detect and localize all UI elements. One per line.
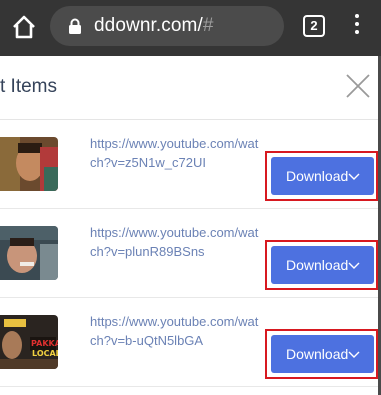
download-label: Download	[286, 346, 349, 362]
modal-header: t Items	[0, 56, 378, 120]
download-button[interactable]: Download	[271, 246, 374, 284]
video-thumbnail	[0, 137, 58, 191]
menu-icon[interactable]	[352, 14, 362, 40]
video-url-link[interactable]: https://www.youtube.com/watch?v=b-uQtN5l…	[90, 312, 260, 350]
video-thumbnail: PAKKA LOCAL	[0, 315, 58, 369]
items-modal: t Items https://www.youtube.com/watch?v=…	[0, 56, 378, 395]
chevron-down-icon	[348, 262, 360, 269]
svg-text:LOCAL: LOCAL	[32, 349, 58, 358]
list-item: PAKKA LOCAL https://www.youtube.com/watc…	[0, 298, 378, 387]
download-label: Download	[286, 168, 349, 184]
close-icon[interactable]	[345, 73, 371, 99]
chevron-down-icon	[348, 351, 360, 358]
download-highlight: Download	[265, 151, 378, 201]
svg-text:PAKKA: PAKKA	[31, 339, 58, 348]
download-button[interactable]: Download	[271, 335, 374, 373]
lock-icon	[68, 18, 82, 34]
download-button[interactable]: Download	[271, 157, 374, 195]
home-icon[interactable]	[10, 13, 38, 41]
download-label: Download	[286, 257, 349, 273]
url-text: ddownr.com/#	[94, 15, 214, 37]
download-highlight: Download	[265, 240, 378, 290]
download-highlight: Download	[265, 329, 378, 379]
modal-title: t Items	[0, 76, 58, 97]
address-bar[interactable]: ddownr.com/#	[50, 6, 284, 46]
video-url-link[interactable]: https://www.youtube.com/watch?v=z5N1w_c7…	[90, 134, 260, 172]
chevron-down-icon	[348, 173, 360, 180]
video-url-link[interactable]: https://www.youtube.com/watch?v=plunR89B…	[90, 223, 260, 261]
list-item: https://www.youtube.com/watch?v=z5N1w_c7…	[0, 120, 378, 209]
video-thumbnail	[0, 226, 58, 280]
tabs-icon[interactable]: 2	[303, 15, 325, 37]
url-hash: #	[202, 15, 214, 36]
url-host: ddownr.com/	[94, 15, 203, 36]
browser-toolbar: ddownr.com/# 2	[0, 0, 381, 56]
list-item: https://www.youtube.com/watch?v=plunR89B…	[0, 209, 378, 298]
